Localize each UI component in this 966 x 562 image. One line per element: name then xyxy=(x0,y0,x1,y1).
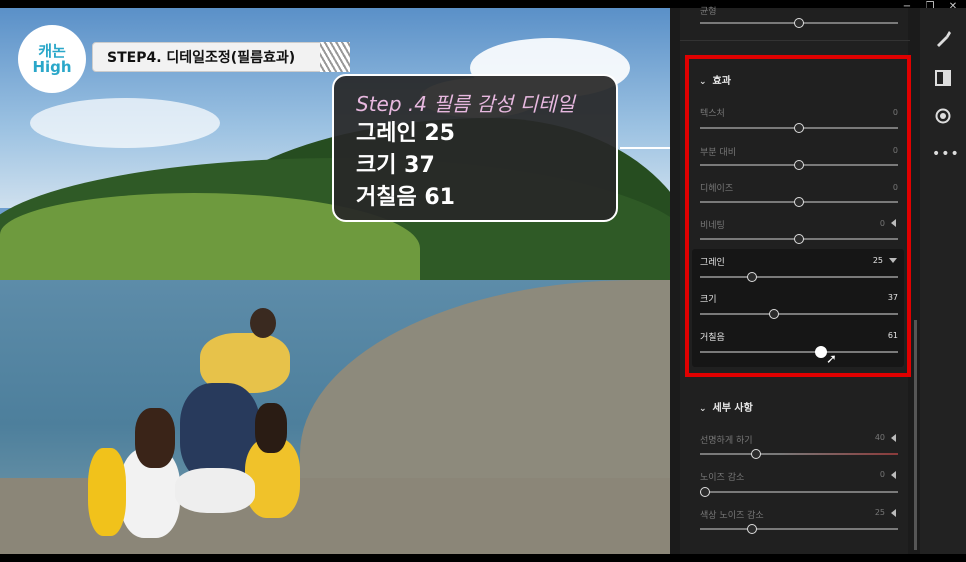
detail-header[interactable]: ⌄ 세부 사항 xyxy=(699,399,753,414)
person-hair xyxy=(255,403,287,453)
chevron-down-icon: ⌄ xyxy=(699,404,707,414)
sharpening-expand-icon[interactable] xyxy=(891,434,896,442)
balance-thumb[interactable] xyxy=(794,18,804,28)
tool-sidebar: ••• xyxy=(920,8,966,554)
noise-expand-icon[interactable] xyxy=(891,471,896,479)
clarity-label: 부분 대비 xyxy=(700,148,736,158)
color-noise-track[interactable] xyxy=(700,528,898,530)
grain-label: 그레인 xyxy=(700,258,725,268)
callout-grain: 그레인 25 xyxy=(356,121,455,146)
grain-track[interactable] xyxy=(700,276,898,278)
logo-text: 캐논 High xyxy=(32,42,72,76)
person-head xyxy=(250,308,276,338)
step-banner: STEP4. 디테일조정(필름효과) xyxy=(92,42,332,72)
person-bag xyxy=(88,448,126,536)
noise-value: 0 xyxy=(879,470,885,479)
balance-label: 균형 xyxy=(700,7,717,17)
callout-roughness: 거칠음 61 xyxy=(356,185,455,210)
dehaze-label: 디헤이즈 xyxy=(700,184,734,194)
grain-collapse-icon[interactable] xyxy=(889,258,897,263)
dehaze-thumb[interactable] xyxy=(794,197,804,207)
square-icon[interactable] xyxy=(932,70,954,92)
sharpening-label: 선명하게 하기 xyxy=(700,436,753,446)
grain-value: 25 xyxy=(872,256,883,265)
detail-title: 세부 사항 xyxy=(712,403,753,414)
roughness-track[interactable] xyxy=(700,351,898,353)
vignette-thumb[interactable] xyxy=(794,234,804,244)
sharpening-track[interactable] xyxy=(700,453,898,455)
texture-value: 0 xyxy=(892,108,898,117)
vignette-expand-icon[interactable] xyxy=(891,219,896,227)
noise-label: 노이즈 감소 xyxy=(700,473,745,483)
vignette-value: 0 xyxy=(879,219,885,228)
divider xyxy=(680,40,910,41)
circle-icon[interactable] xyxy=(932,108,954,130)
noise-thumb[interactable] xyxy=(700,487,710,497)
noise-track[interactable] xyxy=(700,491,898,493)
brush-icon[interactable] xyxy=(932,30,954,52)
cloud xyxy=(30,98,220,148)
grain-thumb[interactable] xyxy=(747,272,757,282)
roughness-value: 61 xyxy=(887,331,898,340)
sharpening-value: 40 xyxy=(874,433,885,442)
texture-thumb[interactable] xyxy=(794,123,804,133)
panel-scrollbar[interactable] xyxy=(914,320,917,550)
banner-stripes xyxy=(320,42,350,72)
size-label: 크기 xyxy=(700,295,717,305)
size-value: 37 xyxy=(887,293,898,302)
color-noise-expand-icon[interactable] xyxy=(891,509,896,517)
effects-header[interactable]: ⌄ 효과 xyxy=(699,72,731,87)
dehaze-value: 0 xyxy=(892,183,898,192)
more-icon[interactable]: ••• xyxy=(932,143,959,165)
color-noise-value: 25 xyxy=(874,508,885,517)
minimize-icon[interactable]: − xyxy=(897,0,917,14)
color-noise-thumb[interactable] xyxy=(747,524,757,534)
chevron-down-icon: ⌄ xyxy=(699,77,707,87)
callout-size: 크기 37 xyxy=(356,153,435,178)
callout-box: Step .4 필름 감성 디테일 그레인 25 크기 37 거칠음 61 xyxy=(332,74,618,222)
texture-label: 텍스처 xyxy=(700,109,725,119)
sharpening-thumb[interactable] xyxy=(751,449,761,459)
channel-logo: 캐논 High xyxy=(18,25,86,93)
person-pants xyxy=(175,468,255,513)
person-hair xyxy=(135,408,175,468)
effects-title: 효과 xyxy=(712,76,731,87)
mouse-cursor-icon: ➚ xyxy=(826,352,837,367)
color-noise-label: 색상 노이즈 감소 xyxy=(700,511,764,521)
size-track[interactable] xyxy=(700,313,898,315)
clarity-thumb[interactable] xyxy=(794,160,804,170)
callout-title: Step .4 필름 감성 디테일 xyxy=(356,92,575,116)
vignette-label: 비네팅 xyxy=(700,221,725,231)
clarity-value: 0 xyxy=(892,146,898,155)
size-thumb[interactable] xyxy=(769,309,779,319)
roughness-label: 거칠음 xyxy=(700,333,725,343)
